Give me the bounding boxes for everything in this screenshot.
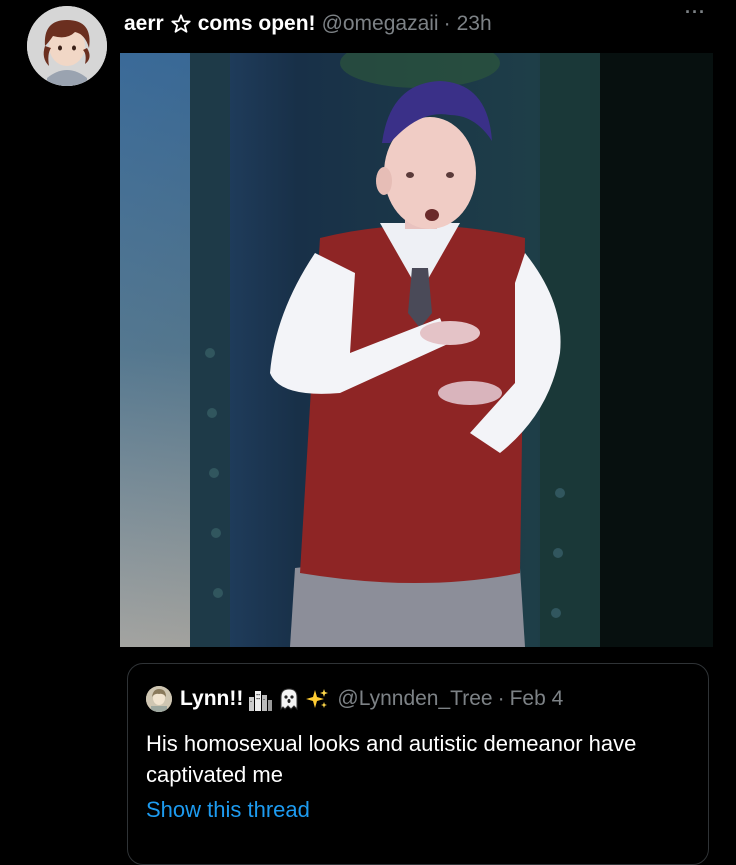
tweet-timestamp[interactable]: 23h bbox=[457, 12, 492, 36]
quoted-avatar-illustration bbox=[146, 686, 172, 712]
author-handle[interactable]: @omegazaii bbox=[322, 12, 439, 36]
quoted-tweet-card[interactable]: Lynn!! @Lynnden_Tree · Feb 4 His homosex… bbox=[127, 663, 709, 865]
ghost-icon bbox=[280, 688, 298, 711]
star-outline-icon bbox=[171, 14, 191, 33]
buildings-icon bbox=[249, 691, 273, 711]
tweet-media-photo[interactable] bbox=[120, 53, 713, 647]
quoted-tweet-text: His homosexual looks and autistic demean… bbox=[146, 731, 637, 787]
quoted-author-display-name[interactable]: Lynn!! bbox=[180, 687, 243, 711]
photo-stage-performer bbox=[120, 53, 713, 647]
tweet-header: aerr coms open! @omegazaii · 23h bbox=[124, 8, 696, 40]
author-avatar[interactable] bbox=[27, 6, 107, 86]
more-options-icon[interactable]: ··· bbox=[685, 2, 706, 23]
header-separator: · bbox=[443, 12, 451, 35]
quoted-tweet-header: Lynn!! @Lynnden_Tree · Feb 4 bbox=[146, 686, 563, 712]
quoted-tweet-date[interactable]: Feb 4 bbox=[510, 687, 564, 711]
quoted-header-separator: · bbox=[497, 687, 505, 710]
avatar-illustration bbox=[27, 6, 107, 86]
sparkles-icon bbox=[306, 689, 329, 708]
quoted-author-avatar[interactable] bbox=[146, 686, 172, 712]
author-display-name[interactable]: aerr bbox=[124, 12, 164, 36]
author-name-suffix[interactable]: coms open! bbox=[198, 12, 316, 36]
quoted-author-handle[interactable]: @Lynnden_Tree bbox=[337, 687, 492, 711]
show-thread-link[interactable]: Show this thread bbox=[146, 797, 310, 823]
